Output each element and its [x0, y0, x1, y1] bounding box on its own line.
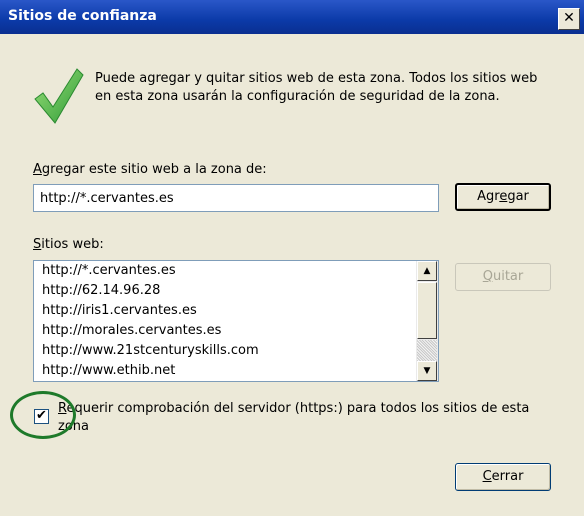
arrow-down-icon: ▼: [423, 366, 431, 376]
site-url-input[interactable]: [33, 184, 439, 212]
website-list-item[interactable]: http://morales.cervantes.es: [34, 321, 416, 341]
remove-button[interactable]: Quitar: [455, 263, 551, 291]
website-list-item[interactable]: http://iris1.cervantes.es: [34, 301, 416, 321]
close-icon: ✕: [563, 10, 575, 26]
websites-scrollbar[interactable]: ▲ ▼: [416, 261, 438, 381]
scroll-up-button[interactable]: ▲: [417, 261, 437, 281]
highlight-circle-annotation: [10, 391, 76, 439]
scroll-thumb[interactable]: [417, 282, 437, 339]
close-button[interactable]: Cerrar: [455, 463, 551, 491]
website-list-item[interactable]: http://www.21stcenturyskills.com: [34, 341, 416, 361]
require-https-label[interactable]: Requerir comprobación del servidor (http…: [58, 400, 538, 436]
zone-info-text: Puede agregar y quitar sitios web de est…: [95, 71, 538, 104]
website-list-item[interactable]: http://*.cervantes.es: [34, 261, 416, 281]
window-title: Sitios de confianza: [8, 8, 157, 24]
trusted-sites-dialog: Sitios de confianza ✕ Puede agregar y qu…: [0, 0, 584, 516]
websites-list-items: http://*.cervantes.es http://62.14.96.28 h…: [34, 261, 416, 381]
scroll-track[interactable]: [417, 340, 437, 361]
arrow-up-icon: ▲: [423, 266, 431, 276]
title-bar[interactable]: Sitios de confianza ✕: [0, 0, 584, 34]
websites-label: Sitios web:: [33, 237, 104, 252]
add-button[interactable]: Agregar: [455, 183, 551, 211]
checkmark-icon: [34, 68, 84, 124]
websites-list[interactable]: http://*.cervantes.es http://62.14.96.28 h…: [33, 260, 439, 382]
close-window-button[interactable]: ✕: [558, 8, 580, 30]
add-site-label: Agregar este sitio web a la zona de:: [33, 162, 267, 177]
website-list-item[interactable]: http://62.14.96.28: [34, 281, 416, 301]
website-list-item[interactable]: http://www.ethib.net: [34, 361, 416, 381]
scroll-down-button[interactable]: ▼: [417, 361, 437, 381]
